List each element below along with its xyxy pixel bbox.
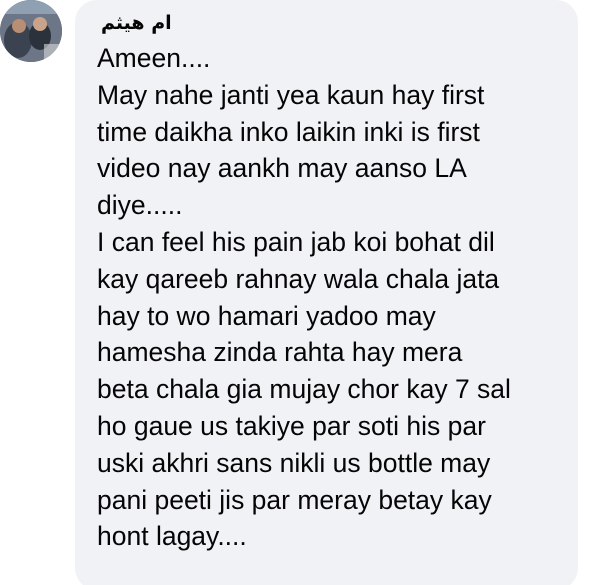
comment-line: kay qareeb rahnay wala chala jata (97, 263, 500, 294)
comment-line: Ameen.... (97, 43, 211, 73)
comment-line: May nahe janti yea kaun hay first (97, 79, 485, 110)
comment-line: beta chala gia mujay chor kay 7 sal (97, 374, 511, 405)
comment-line: hamesha zinda rahta hay mera (97, 337, 463, 368)
comment-author-name[interactable]: ام هيثم (97, 8, 556, 40)
comment-line: uski akhri sans nikli us bottle may (97, 447, 491, 478)
avatar[interactable] (0, 0, 62, 62)
comment-text: Ameen.... May nahe janti yea kaun hay fi… (97, 40, 556, 555)
comment-line: hont lagay.... (97, 521, 247, 552)
comment-line: pani peeti jis par meray betay kay (97, 484, 492, 515)
comment-bubble: ام هيثم Ameen.... May nahe janti yea kau… (75, 0, 578, 585)
comment-line: diye..... (97, 190, 183, 221)
avatar-image (0, 0, 62, 62)
comment-line: I can feel his pain jab koi bohat dil (97, 226, 495, 257)
comment-line: ho gaue us takiye par soti his par (97, 410, 486, 441)
comment-line: video nay aankh may aanso LA (97, 153, 467, 184)
comment-line: time daikha inko laikin inki is first (97, 116, 480, 147)
comment-line: hay to wo hamari yadoo may (97, 300, 436, 331)
